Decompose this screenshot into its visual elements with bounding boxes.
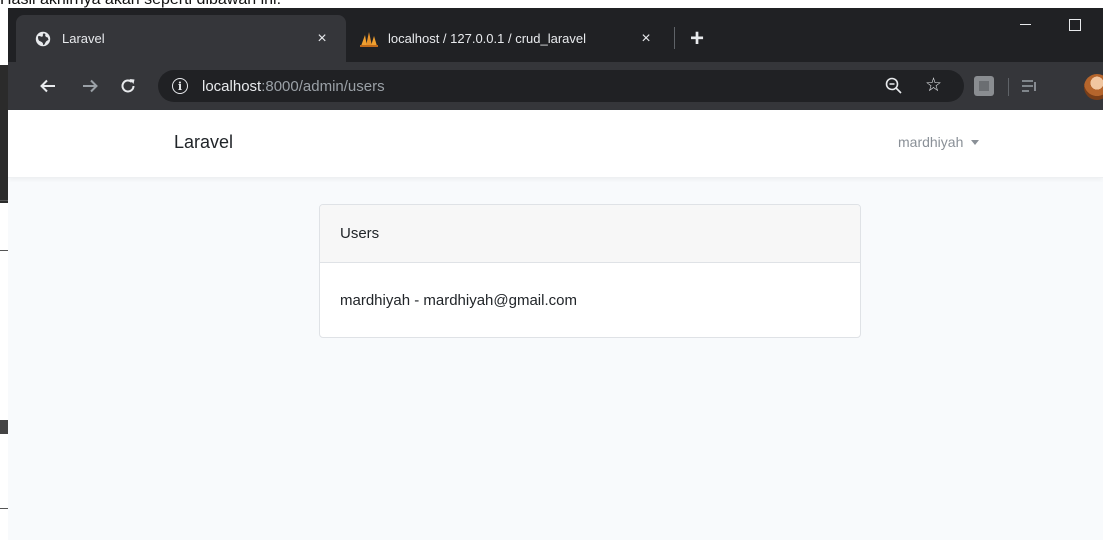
close-tab-icon[interactable]: × xyxy=(636,29,656,49)
profile-avatar[interactable] xyxy=(1084,74,1103,100)
user-dropdown[interactable]: mardhiyah xyxy=(898,134,980,150)
document-snippet: Hasil akhirnya akan seperti dibawah ini: xyxy=(0,0,1103,8)
tab-title: localhost / 127.0.0.1 / crud_laravel xyxy=(388,31,587,46)
tab-laravel[interactable]: Laravel × xyxy=(16,15,346,62)
browser-toolbar: i localhost:8000/admin/users ☆ xyxy=(8,62,1103,110)
globe-icon xyxy=(34,30,52,48)
edge-line xyxy=(0,508,8,509)
url-host: localhost xyxy=(202,77,262,95)
chevron-down-icon xyxy=(971,139,980,145)
background-window-edge xyxy=(0,8,8,540)
phpmyadmin-sail-icon xyxy=(360,30,378,48)
page-content: Laravel mardhiyah Users mardhiyah - mard… xyxy=(8,110,1103,540)
users-card: Users mardhiyah - mardhiyah@gmail.com xyxy=(319,204,861,338)
maximize-icon[interactable] xyxy=(1060,12,1090,38)
bookmark-star-icon[interactable]: ☆ xyxy=(925,74,942,97)
zoom-out-icon[interactable] xyxy=(884,76,904,96)
info-icon[interactable]: i xyxy=(172,78,188,94)
edge-line xyxy=(0,250,8,251)
tab-strip: Laravel × localhost / 127.0.0.1 / crud_l… xyxy=(8,8,1103,62)
address-bar[interactable]: i localhost:8000/admin/users ☆ xyxy=(158,70,964,102)
card-header: Users xyxy=(320,205,860,263)
user-list-item: mardhiyah - mardhiyah@gmail.com xyxy=(340,291,577,309)
app-navbar: Laravel mardhiyah xyxy=(8,110,1103,178)
browser-window: Laravel × localhost / 127.0.0.1 / crud_l… xyxy=(8,8,1103,540)
edge-line xyxy=(0,200,8,201)
extension-icon[interactable] xyxy=(974,76,994,96)
minimize-icon[interactable] xyxy=(1010,12,1040,38)
url-path: :8000/admin/users xyxy=(261,77,385,95)
edge-block xyxy=(0,65,8,203)
reload-icon[interactable] xyxy=(114,72,142,100)
tab-separator xyxy=(674,27,675,49)
media-queue-icon[interactable] xyxy=(1020,76,1040,96)
tab-title: Laravel xyxy=(62,31,105,46)
back-arrow-icon[interactable] xyxy=(34,72,62,100)
address-url[interactable]: localhost:8000/admin/users xyxy=(202,78,385,95)
close-tab-icon[interactable]: × xyxy=(312,29,332,49)
edge-block xyxy=(0,420,8,434)
toolbar-separator xyxy=(1008,78,1009,96)
brand-link[interactable]: Laravel xyxy=(174,132,233,153)
user-name: mardhiyah xyxy=(898,134,964,150)
forward-arrow-icon[interactable] xyxy=(76,72,104,100)
tab-phpmyadmin[interactable]: localhost / 127.0.0.1 / crud_laravel × xyxy=(348,15,670,62)
document-top-text: Hasil akhirnya akan seperti dibawah ini: xyxy=(0,0,281,8)
new-tab-button[interactable]: + xyxy=(684,25,710,52)
